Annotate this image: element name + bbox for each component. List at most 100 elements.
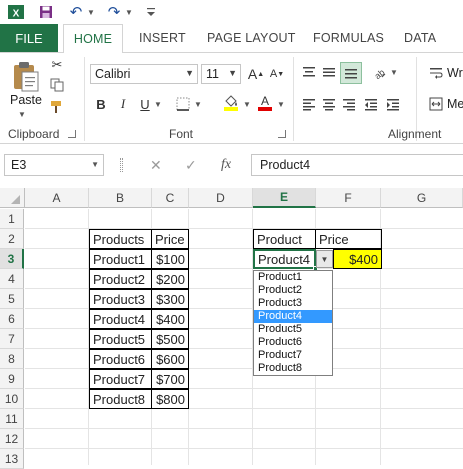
lookup-price-result[interactable]: $400 (333, 249, 382, 269)
dropdown-option[interactable]: Product7 (254, 349, 332, 362)
dropdown-option[interactable]: Product2 (254, 284, 332, 297)
table-cell-price[interactable]: $600 (151, 349, 189, 369)
row-header-4[interactable]: 4 (0, 269, 24, 289)
paste-dropdown-icon[interactable]: ▼ (18, 110, 26, 119)
fill-color-dropdown-icon[interactable]: ▼ (243, 100, 251, 109)
tab-page-layout[interactable]: PAGE LAYOUT (207, 24, 296, 52)
table-cell-product[interactable]: Product1 (89, 249, 152, 269)
customize-toolbar-icon[interactable] (144, 2, 158, 22)
lookup-header-price[interactable]: Price (315, 229, 382, 249)
row-header-12[interactable]: 12 (0, 429, 24, 449)
tab-insert[interactable]: INSERT (139, 24, 186, 52)
table-cell-price[interactable]: $300 (151, 289, 189, 309)
table-cell-product[interactable]: Product8 (89, 389, 152, 409)
decrease-indent-icon[interactable] (362, 95, 380, 113)
lookup-header-product[interactable]: Product (253, 229, 316, 249)
table-cell-product[interactable]: Product2 (89, 269, 152, 289)
row-header-2[interactable]: 2 (0, 229, 24, 249)
tab-data[interactable]: DATA (404, 24, 436, 52)
font-color-icon[interactable]: A (256, 93, 274, 111)
insert-function-icon[interactable]: fx (221, 157, 231, 173)
dropdown-option[interactable]: Product3 (254, 297, 332, 310)
clipboard-launcher-icon[interactable] (68, 130, 76, 138)
paste-icon[interactable] (10, 59, 40, 93)
font-launcher-icon[interactable] (278, 130, 286, 138)
table-cell-price[interactable]: $100 (151, 249, 189, 269)
row-header-13[interactable]: 13 (0, 449, 24, 469)
bold-button[interactable]: B (92, 95, 110, 113)
borders-dropdown-icon[interactable]: ▼ (194, 100, 202, 109)
row-header-3[interactable]: 3 (0, 249, 24, 269)
format-painter-icon[interactable] (48, 98, 66, 116)
table-cell-price[interactable]: $400 (151, 309, 189, 329)
font-color-dropdown-icon[interactable]: ▼ (277, 100, 285, 109)
orientation-icon[interactable]: ab (370, 63, 388, 81)
top-align-icon[interactable] (300, 63, 318, 81)
underline-dropdown-icon[interactable]: ▼ (154, 100, 162, 109)
table-header-products[interactable]: Products (89, 229, 152, 249)
align-right-icon[interactable] (340, 95, 358, 113)
copy-icon[interactable] (48, 76, 66, 94)
dropdown-option[interactable]: Product6 (254, 336, 332, 349)
font-size-select[interactable]: 11 ▼ (201, 64, 241, 84)
table-cell-product[interactable]: Product5 (89, 329, 152, 349)
save-icon[interactable] (36, 2, 56, 22)
grow-font-button[interactable]: A ▲ (247, 65, 265, 83)
table-cell-product[interactable]: Product6 (89, 349, 152, 369)
column-header-b[interactable]: B (89, 188, 152, 208)
row-header-10[interactable]: 10 (0, 389, 24, 409)
resize-handle[interactable] (120, 158, 123, 172)
merge-center-icon[interactable] (427, 95, 445, 113)
underline-button[interactable]: U (136, 95, 154, 113)
column-header-d[interactable]: D (189, 188, 253, 208)
table-cell-price[interactable]: $500 (151, 329, 189, 349)
undo-dropdown-icon[interactable]: ▼ (86, 2, 96, 22)
orientation-dropdown-icon[interactable]: ▼ (390, 68, 398, 77)
column-header-e[interactable]: E (253, 188, 316, 208)
undo-icon[interactable]: ↶ (68, 2, 84, 22)
table-cell-product[interactable]: Product7 (89, 369, 152, 389)
table-header-price[interactable]: Price (151, 229, 189, 249)
redo-icon[interactable]: ↷ (106, 2, 122, 22)
table-cell-product[interactable]: Product4 (89, 309, 152, 329)
cancel-icon[interactable]: ✕ (150, 157, 162, 174)
dropdown-option[interactable]: Product1 (254, 271, 332, 284)
table-cell-product[interactable]: Product3 (89, 289, 152, 309)
wrap-text-button[interactable]: Wr (447, 66, 463, 80)
redo-dropdown-icon[interactable]: ▼ (124, 2, 134, 22)
table-cell-price[interactable]: $200 (151, 269, 189, 289)
tab-formulas[interactable]: FORMULAS (313, 24, 384, 52)
dropdown-option[interactable]: Product5 (254, 323, 332, 336)
dropdown-option-selected[interactable]: Product4 (254, 310, 332, 323)
row-header-9[interactable]: 9 (0, 369, 24, 389)
row-header-6[interactable]: 6 (0, 309, 24, 329)
borders-icon[interactable] (174, 95, 192, 113)
row-header-7[interactable]: 7 (0, 329, 24, 349)
enter-icon[interactable]: ✓ (185, 157, 197, 174)
dropdown-option[interactable]: Product8 (254, 362, 332, 375)
bottom-align-icon[interactable] (340, 62, 362, 84)
row-header-11[interactable]: 11 (0, 409, 24, 429)
column-header-f[interactable]: F (316, 188, 381, 208)
column-header-c[interactable]: C (152, 188, 189, 208)
selected-cell-e3[interactable]: Product4 (253, 249, 316, 269)
formula-input[interactable]: Product4 (251, 154, 463, 176)
align-left-icon[interactable] (300, 95, 318, 113)
column-header-a[interactable]: A (25, 188, 89, 208)
table-cell-price[interactable]: $700 (151, 369, 189, 389)
table-cell-price[interactable]: $800 (151, 389, 189, 409)
shrink-font-button[interactable]: A ▼ (268, 65, 286, 83)
dropdown-arrow-button[interactable]: ▼ (316, 250, 333, 268)
row-header-8[interactable]: 8 (0, 349, 24, 369)
name-box[interactable]: E3 ▼ (4, 154, 104, 176)
increase-indent-icon[interactable] (384, 95, 402, 113)
row-header-1[interactable]: 1 (0, 209, 24, 229)
select-all-corner[interactable] (0, 188, 25, 208)
wrap-text-icon[interactable] (427, 64, 445, 82)
font-name-select[interactable]: Calibri ▼ (90, 64, 198, 84)
fill-color-icon[interactable] (222, 93, 240, 111)
paste-button[interactable]: Paste (10, 93, 42, 107)
align-center-icon[interactable] (320, 95, 338, 113)
row-header-5[interactable]: 5 (0, 289, 24, 309)
column-header-g[interactable]: G (381, 188, 463, 208)
